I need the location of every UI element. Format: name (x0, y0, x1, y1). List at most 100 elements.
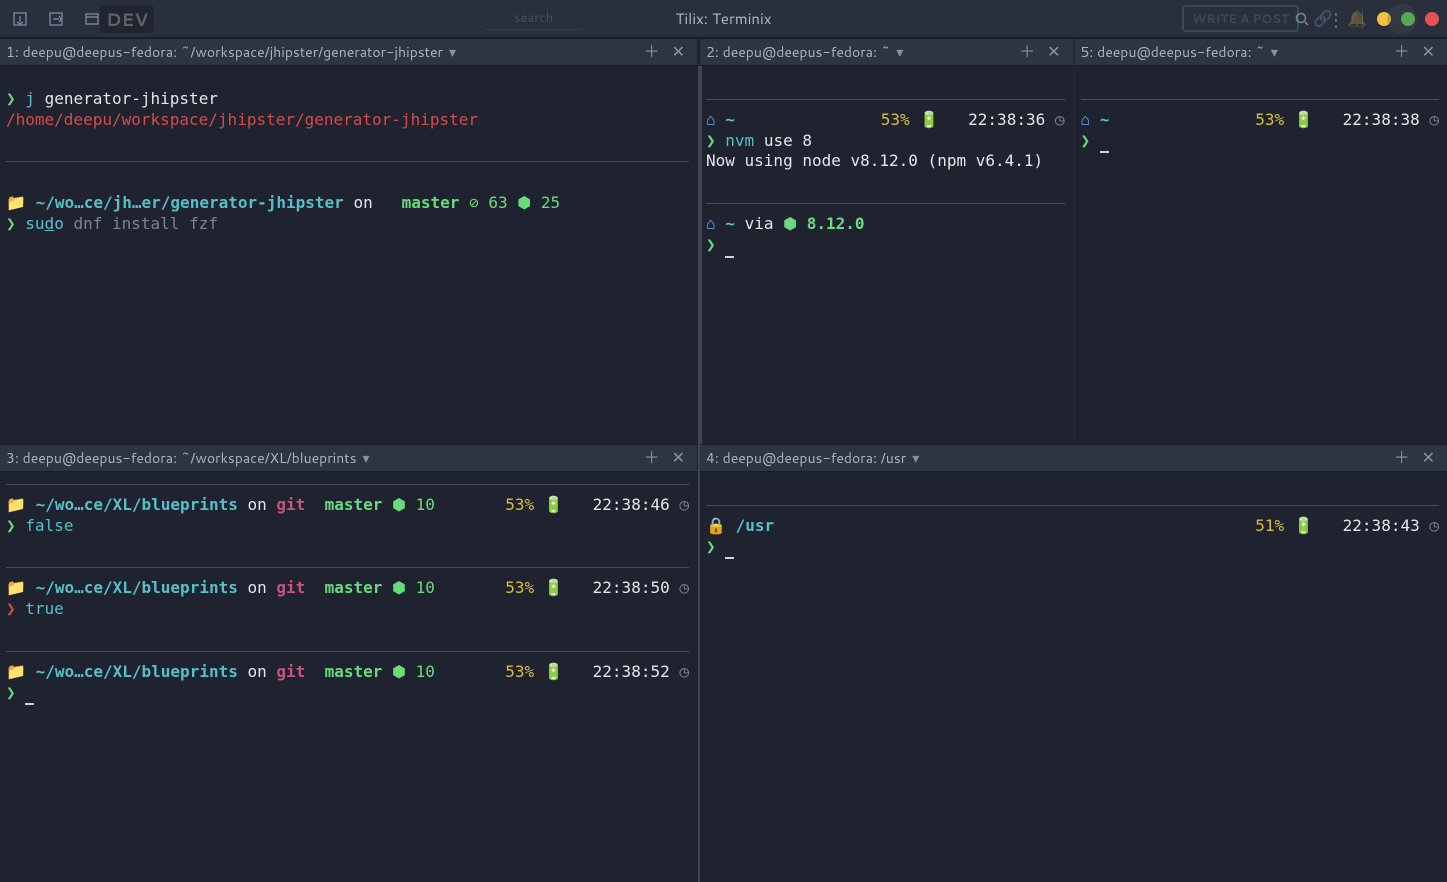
pane-5-close-button[interactable]: ✕ (1416, 44, 1441, 60)
p2-divider-2 (706, 203, 1065, 204)
p1-sudo-o: o (54, 214, 64, 233)
pane-5-terminal[interactable]: ⌂ ~53% 🔋 22:38:38 ◷❯ (1075, 66, 1447, 161)
pane-3-add-button[interactable]: ＋ (638, 450, 666, 466)
p3-stash: 10 (416, 578, 435, 597)
fullscreen-icon[interactable] (80, 7, 104, 31)
pane-2-add-button[interactable]: ＋ (1013, 44, 1041, 60)
p4-batt: 51% (1255, 516, 1284, 535)
p2-tilde: ~ (725, 110, 735, 129)
pane-3-tabbar: 3: deepu@deepus-fedora: ~/workspace/XL/b… (0, 444, 697, 472)
p1-output-path: /home/deepu/workspace/jhipster/generator… (6, 110, 478, 129)
pane-2: 2: deepu@deepus-fedora: ~ ▾ ＋ ✕ ⌂ ~53% 🔋… (700, 38, 1073, 444)
pane-4-dropdown-icon[interactable]: ▾ (912, 448, 919, 468)
battery-icon: 🔋 (919, 110, 939, 129)
p2b-node: 8.12.0 (807, 214, 865, 233)
pane-5-add-button[interactable]: ＋ (1388, 44, 1416, 60)
window-close-button[interactable] (1425, 12, 1439, 26)
clock-icon: ◷ (1429, 110, 1439, 129)
p3-on: on (248, 662, 267, 681)
p1-cmd1-prefix: j (25, 89, 35, 108)
menu-icon[interactable]: ⋮ (1324, 7, 1348, 31)
pane-2-dropdown-icon[interactable]: ▾ (896, 42, 903, 62)
search-icon[interactable] (1290, 7, 1314, 31)
p1-divider (6, 161, 689, 162)
folder-icon: 📁 (6, 578, 26, 597)
p3-time: 22:38:52 (593, 662, 670, 681)
p5-time: 22:38:38 (1343, 110, 1420, 129)
pane-2-terminal[interactable]: ⌂ ~53% 🔋 22:38:36 ◷❯ nvm use 8 Now using… (700, 66, 1073, 266)
git-text-icon: git (276, 495, 305, 514)
p2-time: 22:38:36 (968, 110, 1045, 129)
pane-5: 5: deepu@deepus-fedora: ~ ▾ ＋ ✕ ⌂ ~53% 🔋… (1073, 38, 1447, 444)
battery-icon: 🔋 (1294, 110, 1314, 129)
pane-5-title[interactable]: 5: deepu@deepus-fedora: ~ (1081, 42, 1265, 62)
p1-stash: 25 (541, 193, 560, 212)
pane-1-terminal[interactable]: ❯ j generator-jhipster /home/deepu/works… (0, 66, 697, 243)
p2-batt: 53% (881, 110, 910, 129)
p1-cmd2: dnf install fzf (73, 214, 218, 233)
pane-5-tabbar: 5: deepu@deepus-fedora: ~ ▾ ＋ ✕ (1075, 38, 1447, 66)
add-terminal-down-icon[interactable] (8, 7, 32, 31)
p1-pending: 63 (488, 193, 507, 212)
pane-1-close-button[interactable]: ✕ (666, 44, 691, 60)
pane-1-title[interactable]: 1: deepu@deepus-fedora: ~/workspace/jhip… (6, 42, 443, 62)
pane-1-tabbar: 1: deepu@deepus-fedora: ~/workspace/jhip… (0, 38, 697, 66)
p4-cursor (725, 537, 734, 560)
p5-cursor (1100, 131, 1109, 154)
home-icon: ⌂ (1081, 110, 1091, 129)
p5-tilde: ~ (1100, 110, 1110, 129)
p2b-tilde: ~ (725, 214, 735, 233)
p1-dir: ~/wo…ce/jh…er/generator-jhipster (36, 193, 344, 212)
p2-cursor (725, 235, 734, 258)
battery-icon: 🔋 (544, 662, 564, 681)
pane-2-tabbar: 2: deepu@deepus-fedora: ~ ▾ ＋ ✕ (700, 38, 1073, 66)
folder-icon: 📁 (6, 495, 26, 514)
pane-3-title[interactable]: 3: deepu@deepus-fedora: ~/workspace/XL/b… (6, 448, 357, 468)
p5-batt: 53% (1255, 110, 1284, 129)
git-text-icon: git (276, 662, 305, 681)
ghost-search: search (484, 7, 583, 30)
titlebar: DEV search WRITE A POST 🔗 🔔 Tilix: Termi… (0, 0, 1447, 38)
terminal-grid: 1: deepu@deepus-fedora: ~/workspace/jhip… (0, 38, 1447, 882)
p3-branch: master (325, 495, 383, 514)
p3-dir: ~/wo…ce/XL/blueprints (36, 578, 238, 597)
p4-div (706, 505, 1439, 506)
pane-5-dropdown-icon[interactable]: ▾ (1271, 42, 1278, 62)
folder-icon: 📁 (6, 193, 26, 212)
p3-branch: master (325, 662, 383, 681)
p3-divider (6, 567, 689, 568)
stash-icon: ⬢ (392, 578, 406, 597)
pane-1-dropdown-icon[interactable]: ▾ (449, 42, 456, 62)
p4-dir: /usr (736, 516, 775, 535)
pending-icon: ⊘ (469, 193, 479, 212)
p1-sudo-u: d (45, 214, 55, 233)
window-maximize-button[interactable] (1401, 12, 1415, 26)
p3-cursor (25, 683, 34, 706)
p3-stash: 10 (416, 662, 435, 681)
pane-2-close-button[interactable]: ✕ (1041, 44, 1066, 60)
window-title: Tilix: Terminix (0, 8, 1447, 29)
pane-3: 3: deepu@deepus-fedora: ~/workspace/XL/b… (0, 444, 697, 882)
p1-sudo-p: su (25, 214, 44, 233)
pane-1-add-button[interactable]: ＋ (638, 44, 666, 60)
p3-batt: 53% (505, 662, 534, 681)
pane-4-terminal[interactable]: 🔒 /usr51% 🔋 22:38:43 ◷❯ (700, 472, 1447, 567)
p1-cmd1-arg: generator-jhipster (45, 89, 218, 108)
window-minimize-button[interactable] (1377, 12, 1391, 26)
p3-cmd: false (25, 516, 73, 535)
pane-4-close-button[interactable]: ✕ (1416, 450, 1441, 466)
pane-4: 4: deepu@deepus-fedora: /usr ▾ ＋ ✕ 🔒 /us… (700, 444, 1447, 882)
stash-icon: ⬢ (517, 193, 531, 212)
p3-batt: 53% (505, 578, 534, 597)
pane-3-terminal[interactable]: 📁 ~/wo…ce/XL/blueprints on git master ⬢ … (0, 472, 697, 713)
p3-stash: 10 (416, 495, 435, 514)
p2-cmd: nvm (725, 131, 754, 150)
add-terminal-right-icon[interactable] (44, 7, 68, 31)
pane-4-add-button[interactable]: ＋ (1388, 450, 1416, 466)
pane-2-title[interactable]: 2: deepu@deepus-fedora: ~ (706, 42, 890, 62)
stash-icon: ⬢ (392, 662, 406, 681)
pane-3-dropdown-icon[interactable]: ▾ (363, 448, 370, 468)
pane-3-close-button[interactable]: ✕ (666, 450, 691, 466)
p3-divider (6, 651, 689, 652)
pane-4-title[interactable]: 4: deepu@deepus-fedora: /usr (706, 448, 906, 468)
